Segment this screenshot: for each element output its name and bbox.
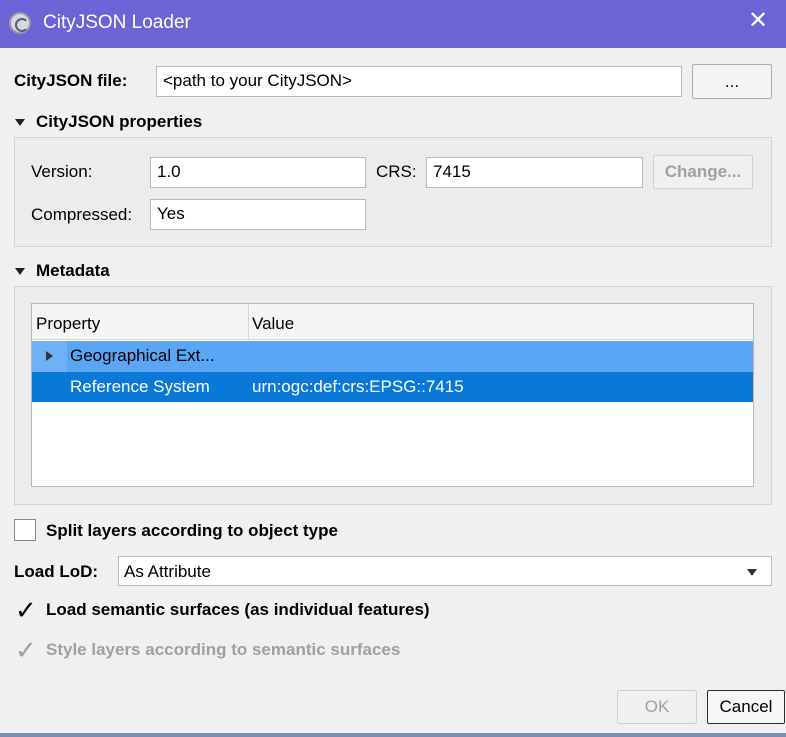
version-label: Version: bbox=[31, 162, 93, 181]
semantic-surfaces-label[interactable]: Load semantic surfaces (as individual fe… bbox=[46, 600, 430, 620]
window-border bbox=[0, 733, 786, 737]
dropdown-arrow-icon bbox=[747, 569, 757, 576]
column-header-value[interactable]: Value bbox=[252, 314, 294, 334]
collapse-metadata-icon[interactable] bbox=[15, 268, 25, 275]
load-lod-label: Load LoD: bbox=[14, 562, 99, 581]
window-title: CityJSON Loader bbox=[43, 12, 191, 33]
column-separator[interactable] bbox=[248, 304, 249, 340]
tree-cell-property: Reference System bbox=[70, 377, 210, 396]
properties-section-title[interactable]: CityJSON properties bbox=[36, 112, 202, 132]
qgis-logo-icon bbox=[9, 12, 31, 34]
load-lod-value: As Attribute bbox=[124, 562, 211, 581]
browse-button[interactable]: ... bbox=[692, 64, 772, 99]
crs-field[interactable]: 7415 bbox=[426, 157, 643, 188]
tree-cell-value: urn:ogc:def:crs:EPSG::7415 bbox=[252, 377, 464, 396]
column-header-property[interactable]: Property bbox=[36, 314, 100, 334]
change-crs-button[interactable]: Change... bbox=[653, 155, 753, 189]
metadata-section-title[interactable]: Metadata bbox=[36, 261, 110, 281]
version-field[interactable]: 1.0 bbox=[150, 157, 366, 188]
expand-arrow-icon[interactable] bbox=[46, 351, 53, 361]
checkmark-icon: ✓ bbox=[15, 635, 37, 665]
compressed-label: Compressed: bbox=[31, 205, 133, 224]
crs-label: CRS: bbox=[376, 162, 417, 181]
metadata-tree[interactable]: Property Value Geographical Ext... Refer… bbox=[31, 303, 754, 487]
cityjson-file-label: CityJSON file: bbox=[14, 71, 128, 90]
tree-cell-property: Geographical Ext... bbox=[70, 346, 215, 365]
title-bar: CityJSON Loader ✕ bbox=[0, 0, 786, 48]
compressed-field[interactable]: Yes bbox=[150, 199, 366, 230]
ok-button[interactable]: OK bbox=[617, 690, 697, 724]
semantic-surfaces-checkbox[interactable]: ✓ bbox=[14, 595, 37, 625]
collapse-properties-icon[interactable] bbox=[15, 119, 25, 126]
close-icon[interactable]: ✕ bbox=[748, 9, 768, 33]
style-layers-checkbox[interactable]: ✓ bbox=[14, 635, 37, 665]
split-layers-label[interactable]: Split layers according to object type bbox=[46, 521, 338, 541]
style-layers-label[interactable]: Style layers according to semantic surfa… bbox=[46, 640, 400, 660]
cityjson-file-input[interactable]: <path to your CityJSON> bbox=[156, 66, 682, 97]
tree-header: Property Value bbox=[32, 304, 753, 340]
load-lod-select[interactable]: As Attribute bbox=[118, 556, 772, 586]
checkmark-icon: ✓ bbox=[15, 595, 37, 625]
properties-group bbox=[14, 137, 772, 247]
cancel-button[interactable]: Cancel bbox=[707, 690, 785, 724]
split-layers-checkbox[interactable] bbox=[14, 519, 36, 541]
